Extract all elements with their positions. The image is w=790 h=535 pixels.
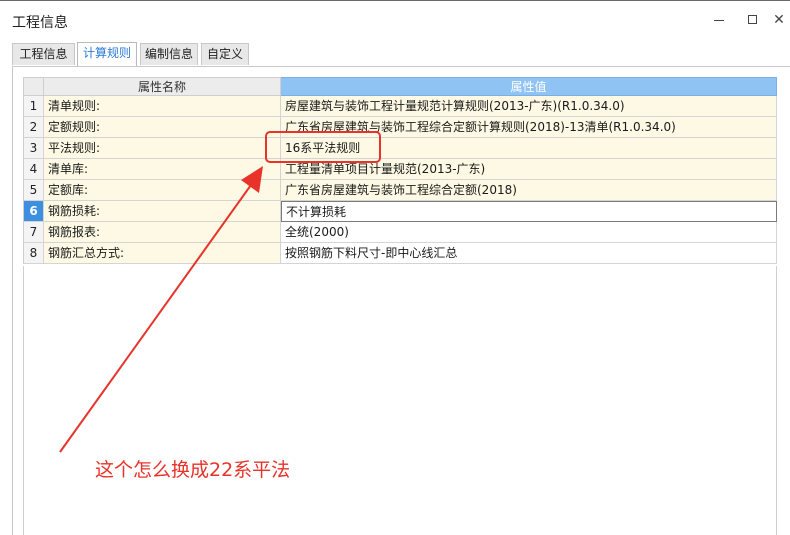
annotation-arrow-head [241, 166, 263, 193]
annotation-text: 这个怎么换成22系平法 [95, 459, 291, 481]
annotation-arrow-line [59, 177, 257, 453]
